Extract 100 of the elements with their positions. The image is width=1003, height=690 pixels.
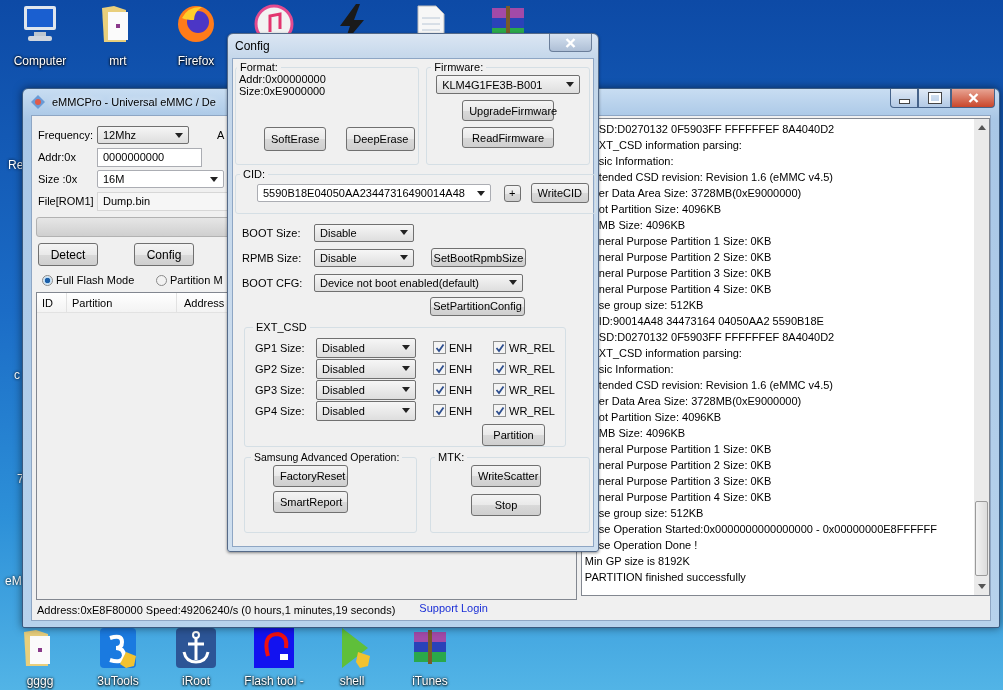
- column-header[interactable]: ID: [37, 293, 67, 312]
- log-line: MB Size: 4096KB: [597, 426, 687, 441]
- mtk-button[interactable]: Stop: [471, 494, 541, 516]
- log-line: er Data Area Size: 3728MB(0xE9000000): [597, 186, 803, 201]
- checkbox[interactable]: [493, 362, 506, 375]
- add-button[interactable]: +: [503, 184, 521, 202]
- log-line: neral Purpose Partition 2 Size: 0KB: [597, 250, 773, 265]
- log-line: se Operation Done !: [597, 538, 699, 553]
- dropdown[interactable]: 5590B18E04050AA23447316490014A48: [257, 184, 491, 202]
- checkbox[interactable]: [433, 341, 446, 354]
- checkbox[interactable]: [493, 341, 506, 354]
- log-line: neral Purpose Partition 1 Size: 0KB: [597, 234, 773, 249]
- checkbox-label: WR_REL: [509, 383, 555, 396]
- close-button[interactable]: [951, 89, 995, 108]
- partition-button[interactable]: Partition: [482, 424, 545, 446]
- log-line: neral Purpose Partition 2 Size: 0KB: [597, 458, 773, 473]
- maximize-button[interactable]: [918, 89, 951, 108]
- log-line: sic Information:: [597, 154, 675, 169]
- checkbox[interactable]: [493, 383, 506, 396]
- erase-button[interactable]: DeepErase: [346, 127, 416, 151]
- close-button[interactable]: [549, 34, 592, 52]
- checkbox-label: ENH: [449, 404, 473, 417]
- minimize-button[interactable]: [890, 89, 918, 108]
- field-label: GP1 Size:: [255, 341, 306, 354]
- address-field[interactable]: 0000000000: [97, 147, 202, 167]
- log-line: se Operation Started:0x0000000000000000 - 0x00000000E8FFFFFF: [597, 522, 939, 537]
- dropdown[interactable]: KLM4G1FE3B-B001: [436, 75, 581, 94]
- checkbox-label: ENH: [449, 341, 473, 354]
- mtk-button[interactable]: WriteScatter: [471, 465, 541, 487]
- scroll-down-icon[interactable]: [977, 584, 986, 589]
- caret-icon: [402, 408, 410, 413]
- dropdown[interactable]: Disable: [314, 248, 414, 267]
- field-label: GP4 Size:: [255, 404, 306, 417]
- radio-label: Full Flash Mode: [56, 274, 135, 286]
- anchor-icon[interactable]: [174, 626, 218, 670]
- log-line: SD:D0270132 0F5903FF FFFFFFEF 8A4040D2: [597, 122, 836, 137]
- dropdown[interactable]: Disabled: [316, 379, 416, 400]
- shortcut-label[interactable]: mrt: [109, 54, 127, 68]
- log-line: se group size: 512KB: [597, 298, 705, 313]
- caret-icon: [402, 366, 410, 371]
- field-label: RPMB Size:: [242, 251, 303, 264]
- shortcut-label[interactable]: Re: [8, 158, 24, 172]
- dropdown[interactable]: Disabled: [316, 337, 416, 358]
- radio-button[interactable]: [42, 274, 53, 286]
- set-config-button[interactable]: SetPartitionConfig: [430, 296, 525, 316]
- caret-icon: [210, 176, 218, 182]
- support-login-link[interactable]: Support Login: [419, 602, 488, 614]
- group-label: CID:: [242, 168, 266, 180]
- shortcut-label[interactable]: Firefox: [177, 54, 215, 68]
- dropdown[interactable]: 12Mhz: [97, 126, 189, 144]
- scroll-thumb[interactable]: [975, 501, 988, 576]
- action-button[interactable]: Config: [134, 243, 194, 266]
- checkbox[interactable]: [433, 362, 446, 375]
- log-line: er Data Area Size: 3728MB(0xE9000000): [597, 394, 803, 409]
- group-label: Firmware:: [433, 61, 485, 73]
- dropdown[interactable]: Device not boot enabled(default): [314, 273, 523, 292]
- firmware-button[interactable]: UpgradeFirmware: [462, 100, 555, 121]
- log-line: Min GP size is 8192K: [583, 554, 691, 569]
- log-line: MB Size: 4096KB: [597, 218, 687, 233]
- checkbox[interactable]: [433, 404, 446, 417]
- scroll-up-icon[interactable]: [977, 125, 986, 130]
- samsung-button[interactable]: FactoryReset: [273, 465, 348, 487]
- log-line: PARTITION finished successfully: [583, 570, 747, 585]
- scrollbar[interactable]: [974, 119, 989, 595]
- group-label: EXT_CSD: [255, 321, 308, 333]
- field-label: BOOT CFG:: [242, 276, 304, 289]
- shortcut-label[interactable]: Computer: [13, 54, 67, 68]
- dropdown[interactable]: Disable: [314, 223, 414, 242]
- firmware-button[interactable]: ReadFirmware: [462, 127, 555, 148]
- flash-tool-icon[interactable]: [252, 626, 296, 670]
- dropdown[interactable]: 16M: [97, 170, 224, 188]
- log-line: XT_CSD information parsing:: [597, 138, 743, 153]
- set-size-button[interactable]: SetBootRpmbSize: [431, 248, 526, 267]
- checkbox[interactable]: [433, 383, 446, 396]
- shortcut-label[interactable]: c: [14, 368, 20, 382]
- checkbox-label: ENH: [449, 362, 473, 375]
- caret-icon: [175, 132, 183, 138]
- close-icon: [967, 93, 979, 103]
- write-cid-button[interactable]: WriteCID: [530, 183, 589, 203]
- dropdown[interactable]: Disabled: [316, 400, 416, 421]
- log-line: neral Purpose Partition 4 Size: 0KB: [597, 490, 773, 505]
- checkbox[interactable]: [493, 404, 506, 417]
- caret-icon: [476, 190, 485, 196]
- radio-label: Partition M: [170, 274, 223, 286]
- info-text: Size:0xE9000000: [239, 85, 327, 97]
- log-line: ot Partition Size: 4096KB: [597, 202, 723, 217]
- checkbox-label: WR_REL: [509, 341, 555, 354]
- action-button[interactable]: Detect: [38, 243, 98, 266]
- checkbox-label: ENH: [449, 383, 473, 396]
- erase-button[interactable]: SoftErase: [264, 127, 327, 151]
- log-line: sic Information:: [597, 362, 675, 377]
- column-header[interactable]: Partition: [67, 293, 177, 312]
- log-line: tended CSD revision: Revision 1.6 (eMMC v4.5): [597, 170, 834, 185]
- status-text: Address:0xE8F80000 Speed:49206240/s (0 hours,1 minutes,19 seconds): [37, 604, 396, 616]
- radio-button[interactable]: [156, 274, 167, 286]
- field-label: A: [217, 129, 225, 141]
- samsung-button[interactable]: SmartReport: [273, 491, 348, 513]
- log-line: XT_CSD information parsing:: [597, 346, 743, 361]
- log-line: neral Purpose Partition 3 Size: 0KB: [597, 474, 773, 489]
- dropdown[interactable]: Disabled: [316, 358, 416, 379]
